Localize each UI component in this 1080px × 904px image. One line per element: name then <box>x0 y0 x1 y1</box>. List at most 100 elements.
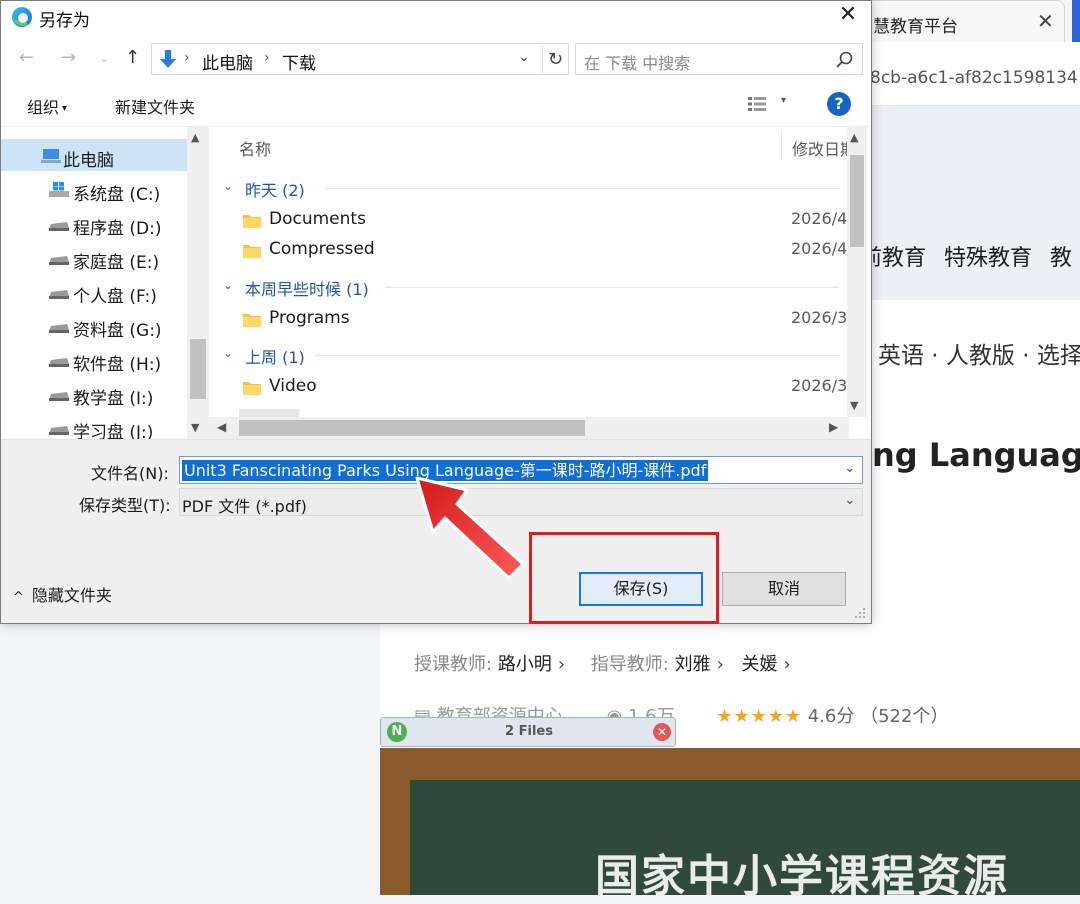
navigation-pane: 此电脑 系统盘 (C:) 程序盘 (D:) 家庭盘 (E:) 个人盘 (F:) … <box>1 127 209 439</box>
up-arrow-icon[interactable]: ↑ <box>125 47 140 68</box>
chevron-down-icon: ⌄ <box>223 346 234 360</box>
computer-icon <box>41 149 61 163</box>
video-thumbnail[interactable]: 国家中小学课程资源 <box>380 748 1080 902</box>
folder-icon <box>243 314 261 327</box>
files-drop-pill[interactable]: N 2 Files ✕ <box>380 717 676 747</box>
sidebar-item-label: 家庭盘 (E:) <box>73 253 160 273</box>
column-header-date[interactable]: 修改日期 <box>792 136 849 160</box>
rating-value: 4.6分 <box>807 706 855 727</box>
view-dropdown-chevron-icon[interactable]: ▾ <box>781 95 786 106</box>
chevron-down-icon[interactable]: ⌄ <box>844 492 856 508</box>
tab-close-icon[interactable]: ✕ <box>1037 9 1054 33</box>
hide-folders-toggle[interactable]: ^ 隐藏文件夹 <box>13 582 112 606</box>
sidebar-item-drive-e[interactable]: 家庭盘 (E:) <box>1 241 187 273</box>
group-header-yesterday[interactable]: ⌄ 昨天 (2) <box>209 175 839 201</box>
advisor-label: 指导教师: <box>590 654 669 675</box>
refresh-icon[interactable]: ↻ <box>542 46 568 74</box>
command-toolbar: 组织 ▾ 新建文件夹 ▾ ? <box>1 81 871 127</box>
sidebar-item-this-pc[interactable]: 此电脑 <box>1 139 187 171</box>
scroll-left-icon[interactable]: ◀ <box>217 420 226 434</box>
list-item[interactable]: Video 2026/3 <box>209 372 847 402</box>
address-bar[interactable]: › 此电脑 › 下载 ⌄ ↻ <box>151 43 569 75</box>
chevron-down-icon[interactable]: ⌄ <box>518 49 530 65</box>
scroll-down-icon[interactable]: ▼ <box>850 399 858 412</box>
forward-arrow-icon[interactable]: → <box>61 47 76 68</box>
red-arrow-icon <box>415 476 525 580</box>
chevron-up-icon: ^ <box>13 590 24 605</box>
search-box[interactable]: 在 下载 中搜索 <box>575 43 863 75</box>
breadcrumb-this-pc[interactable]: 此电脑 <box>202 49 253 74</box>
scroll-thumb[interactable] <box>850 155 864 247</box>
navigation-pane-scrollbar[interactable]: ▲ ▼ <box>187 127 209 439</box>
nav-item[interactable]: 教 <box>1050 246 1072 271</box>
group-divider <box>315 355 839 356</box>
sidebar-item-drive-f[interactable]: 个人盘 (F:) <box>1 275 187 307</box>
filetype-label: 保存类型(T): <box>79 496 171 515</box>
group-header-last-week[interactable]: ⌄ 上周 (1) <box>209 342 839 368</box>
file-list-horizontal-scrollbar[interactable]: ◀ ▶ <box>209 417 849 439</box>
group-divider <box>325 188 839 189</box>
files-count-label: 2 Files <box>505 724 553 739</box>
chevron-down-icon[interactable]: ⌄ <box>844 460 856 476</box>
sidebar-item-label: 教学盘 (I:) <box>73 389 154 409</box>
cancel-button[interactable]: 取消 <box>722 572 846 606</box>
folder-icon <box>243 382 261 395</box>
chevron-right-icon[interactable]: › <box>184 50 190 66</box>
column-divider[interactable] <box>781 131 782 159</box>
sidebar-item-drive-c[interactable]: 系统盘 (C:) <box>1 173 187 205</box>
new-folder-button[interactable]: 新建文件夹 <box>115 94 195 118</box>
scroll-thumb[interactable] <box>239 420 585 436</box>
next-tab-edge[interactable] <box>1072 0 1080 42</box>
breadcrumb-downloads[interactable]: 下载 <box>282 49 316 74</box>
help-icon[interactable]: ? <box>827 92 851 116</box>
back-arrow-icon[interactable]: ← <box>19 47 34 68</box>
close-icon[interactable]: ✕ <box>653 723 671 741</box>
nav-item[interactable]: 特殊教育 <box>944 246 1032 271</box>
sidebar-item-drive-j[interactable]: 学习盘 (J:) <box>1 411 187 439</box>
resize-grip-icon[interactable] <box>853 606 867 620</box>
sidebar-item-drive-d[interactable]: 程序盘 (D:) <box>1 207 187 239</box>
dialog-titlebar[interactable]: 另存为 ✕ <box>1 1 871 33</box>
scroll-down-icon[interactable]: ▼ <box>191 421 199 434</box>
group-label: 本周早些时候 (1) <box>245 280 369 299</box>
highlight-box <box>529 532 719 624</box>
browser-tab[interactable]: 慧教育平台 ✕ <box>860 0 1065 42</box>
sidebar-item-drive-i[interactable]: 教学盘 (I:) <box>1 377 187 409</box>
sidebar-item-drive-g[interactable]: 资料盘 (G:) <box>1 309 187 341</box>
scroll-up-icon[interactable]: ▲ <box>191 131 199 144</box>
browser-address-bar[interactable]: 8cb-a6c1-af82c1598134 <box>860 42 1080 106</box>
page-header-banner <box>860 106 1080 306</box>
sidebar-item-drive-h[interactable]: 软件盘 (H:) <box>1 343 187 375</box>
column-header-name[interactable]: 名称 <box>239 136 271 160</box>
group-header-earlier-this-week[interactable]: ⌄ 本周早些时候 (1) <box>209 274 839 300</box>
teacher-name-link[interactable]: 路小明 <box>498 654 552 675</box>
chevron-down-icon: ⌄ <box>223 179 234 193</box>
close-icon[interactable]: ✕ <box>833 1 863 31</box>
file-list-vertical-scrollbar[interactable]: ▲ ▼ <box>847 127 867 417</box>
organize-button[interactable]: 组织 ▾ <box>27 94 67 118</box>
file-date: 2026/3 <box>791 376 848 395</box>
scroll-right-icon[interactable]: ▶ <box>829 420 838 434</box>
view-options-icon[interactable] <box>747 95 769 113</box>
dialog-title: 另存为 <box>39 11 90 31</box>
list-item[interactable]: Compressed 2026/4 <box>209 235 847 265</box>
sidebar-item-label: 此电脑 <box>63 151 114 171</box>
list-item[interactable]: Programs 2026/3 <box>209 304 847 334</box>
group-label: 昨天 (2) <box>245 181 305 200</box>
filename-label: 文件名(N): <box>91 464 169 483</box>
rating-count: （522个） <box>860 706 949 727</box>
group-divider <box>385 287 839 288</box>
search-icon[interactable] <box>834 50 854 70</box>
scroll-thumb[interactable] <box>190 339 206 399</box>
drive-icon <box>49 392 69 401</box>
chevron-right-icon[interactable]: › <box>264 50 270 66</box>
drive-icon <box>49 426 69 435</box>
group-label: 上周 (1) <box>245 348 305 367</box>
list-item[interactable]: Documents 2026/4 <box>209 205 847 235</box>
scroll-up-icon[interactable]: ▲ <box>850 131 858 144</box>
folder-icon <box>243 215 261 228</box>
folder-icon <box>243 245 261 258</box>
recent-locations-chevron-icon[interactable]: ⌄ <box>99 51 109 65</box>
advisor-link[interactable]: 刘雅 <box>675 654 711 675</box>
advisor-link[interactable]: 关媛 <box>742 654 778 675</box>
